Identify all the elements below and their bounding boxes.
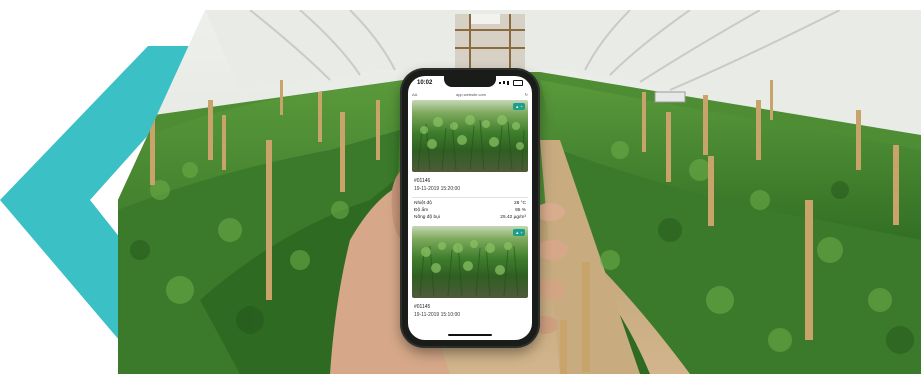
metric-label: Nhiệt độ: [414, 201, 432, 206]
divider: [412, 197, 528, 198]
text-size-icon[interactable]: AA: [412, 92, 417, 97]
metric-value: 28 °C: [513, 201, 526, 206]
feed-content: ▲ + #01146 19-11-2019 15:20:00 Nhiệt độ …: [408, 100, 532, 340]
status-icons: [499, 79, 523, 86]
record-timestamp: 19-11-2019 15:20:00: [414, 186, 461, 192]
share-button[interactable]: ▲ +: [513, 229, 525, 236]
share-button[interactable]: ▲ +: [513, 103, 525, 110]
status-time: 10:02: [417, 79, 433, 86]
signal-icon: [499, 81, 501, 84]
url-text: app.website.com: [455, 91, 486, 97]
phone-notch: [444, 76, 496, 87]
metric-value: 25.42 µg/m³: [500, 215, 526, 220]
record-timestamp: 19-11-2019 15:10:00: [414, 312, 461, 318]
record-id: #01145: [414, 304, 431, 310]
browser-url-bar[interactable]: AA app.website.com ↻: [412, 90, 528, 98]
plant-photo: ▲ +: [412, 100, 528, 172]
metric-dust: Nồng độ bụi 25.42 µg/m³: [414, 215, 526, 220]
plant-photo: ▲ +: [412, 226, 528, 298]
metric-temperature: Nhiệt độ 28 °C: [414, 201, 526, 206]
record-id: #01146: [414, 178, 431, 184]
metric-humidity: Độ ẩm 95 %: [414, 208, 526, 213]
home-indicator[interactable]: [448, 334, 492, 336]
phone-screen: 10:02 AA app.website.com ↻ ▲ + #01146 19…: [408, 76, 532, 340]
smartphone: 10:02 AA app.website.com ↻ ▲ + #01146 19…: [402, 70, 538, 346]
metric-label: Nồng độ bụi: [414, 215, 440, 220]
battery-icon: [513, 79, 523, 86]
record-card[interactable]: ▲ + #01146 19-11-2019 15:20:00 Nhiệt độ …: [412, 100, 528, 220]
record-card[interactable]: ▲ + #01145 19-11-2019 15:10:00: [412, 226, 528, 318]
reload-icon[interactable]: ↻: [525, 92, 528, 97]
metric-value: 95 %: [515, 208, 526, 213]
metric-label: Độ ẩm: [414, 208, 429, 213]
